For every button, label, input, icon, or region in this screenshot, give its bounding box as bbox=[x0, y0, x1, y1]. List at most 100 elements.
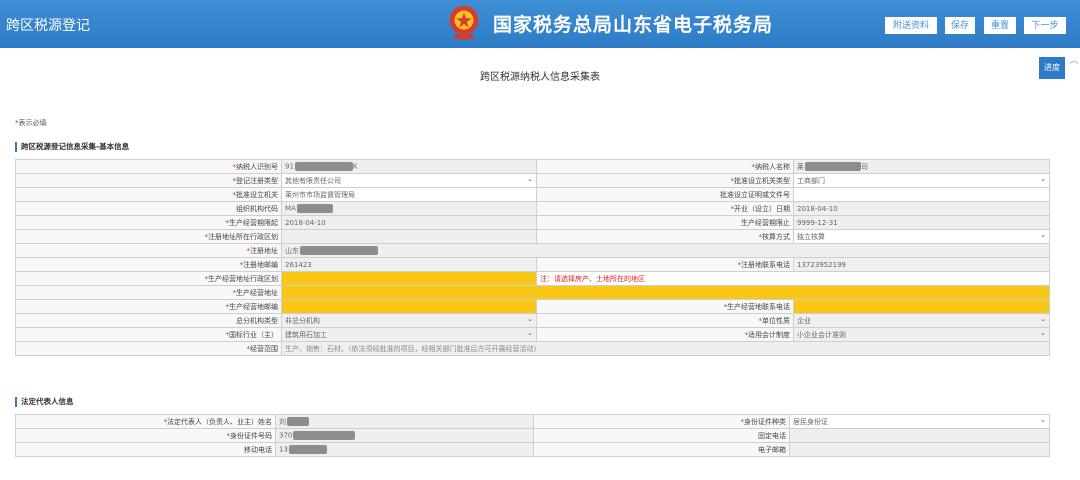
chevron-down-icon: ⌄ bbox=[1040, 175, 1046, 183]
field-label: 移动电话 bbox=[15, 442, 276, 457]
branch-type-select[interactable]: 非总分机构 ⌄ bbox=[281, 313, 537, 328]
chevron-down-icon: ⌄ bbox=[527, 175, 533, 183]
section-basic-info-title: 跨区税源登记信息采集-基本信息 bbox=[15, 142, 129, 152]
masked-value bbox=[287, 417, 309, 426]
table-row: *生产经营地邮编 *生产经营地联系电话 bbox=[15, 299, 1050, 314]
table-row: *生产经营地址 bbox=[15, 285, 1050, 300]
approval-authority-type-select[interactable]: 工商部门 ⌄ bbox=[793, 173, 1050, 188]
field-label: *国标行业（主） bbox=[15, 327, 282, 342]
field-label: *生产经营期限起 bbox=[15, 215, 282, 230]
field-label: *生产经营地邮编 bbox=[15, 299, 282, 314]
field-label: 批准设立证明或文件号 bbox=[536, 187, 794, 202]
emblem-icon bbox=[449, 5, 479, 40]
masked-value bbox=[296, 204, 333, 213]
field-label: 固定电话 bbox=[533, 428, 790, 443]
field-label: *经营范围 bbox=[15, 341, 282, 356]
masked-value bbox=[300, 246, 378, 255]
table-row: *国标行业（主） 建筑用石加工 ⌄ *适用会计制度 小企业会计准则 ⌄ bbox=[15, 327, 1050, 342]
field-label: *批准设立机关类型 bbox=[536, 173, 794, 188]
field-label: *生产经营地址行政区划 bbox=[15, 271, 282, 286]
id-type-select[interactable]: 居民身份证 ⌄ bbox=[789, 414, 1050, 429]
registration-type-select[interactable]: 其他有限责任公司 ⌄ bbox=[281, 173, 537, 188]
next-step-button[interactable]: 下一步 bbox=[1024, 17, 1066, 34]
field-label: *登记注册类型 bbox=[15, 173, 282, 188]
chevron-down-icon: ⌄ bbox=[1040, 329, 1046, 337]
field-label: *纳税人名称 bbox=[536, 159, 794, 174]
table-row: *登记注册类型 其他有限责任公司 ⌄ *批准设立机关类型 工商部门 ⌄ bbox=[15, 173, 1050, 188]
scroll-up-icon[interactable]: ︿ bbox=[1069, 56, 1079, 66]
accounting-system-select[interactable]: 小企业会计准则 ⌄ bbox=[793, 327, 1050, 342]
landline-field bbox=[789, 428, 1050, 443]
approval-document-input[interactable] bbox=[793, 187, 1050, 202]
field-label: *适用会计制度 bbox=[536, 327, 794, 342]
industry-select[interactable]: 建筑用石加工 ⌄ bbox=[281, 327, 537, 342]
masked-value bbox=[288, 445, 327, 454]
mobile-field: 13 bbox=[275, 442, 534, 457]
field-label: 电子邮箱 bbox=[533, 442, 790, 457]
field-label: *注册地址所在行政区划 bbox=[15, 229, 282, 244]
registered-address-field: 山东 bbox=[281, 243, 1050, 258]
chevron-down-icon: ⌄ bbox=[1040, 315, 1046, 323]
email-field bbox=[789, 442, 1050, 457]
table-row: 总分机构类型 非总分机构 ⌄ *单位性质 企业 ⌄ bbox=[15, 313, 1050, 328]
field-label: *批准设立机关 bbox=[15, 187, 282, 202]
field-label: *身份证件号码 bbox=[15, 428, 276, 443]
field-label: *注册地邮编 bbox=[15, 257, 282, 272]
field-label: *身份证件种类 bbox=[533, 414, 790, 429]
taxpayer-id-field: 91 K bbox=[281, 159, 537, 174]
registered-phone-field: 13723952199 bbox=[793, 257, 1050, 272]
field-label: *单位性质 bbox=[536, 313, 794, 328]
field-label: *核算方式 bbox=[536, 229, 794, 244]
table-row: *经营范围 生产、销售：石材。（依法须经批准的项目，经相关部门批准后方可开展经营… bbox=[15, 341, 1050, 356]
period-end-field: 9999-12-31 bbox=[793, 215, 1050, 230]
masked-value bbox=[805, 162, 861, 171]
table-row: *注册地址所在行政区划 *核算方式 独立核算 ⌄ bbox=[15, 229, 1050, 244]
bureau-name: 国家税务总局山东省电子税务局 bbox=[493, 14, 774, 36]
table-row: *注册地址 山东 bbox=[15, 243, 1050, 258]
attach-materials-button[interactable]: 附送资料 bbox=[885, 17, 937, 34]
region-warning: 注：请选择房产、土地所在的地区 bbox=[536, 271, 1050, 286]
field-label: 总分机构类型 bbox=[15, 313, 282, 328]
business-phone-input[interactable] bbox=[793, 299, 1050, 314]
approval-authority-input[interactable]: 莱州市市场监督管理局 bbox=[281, 187, 537, 202]
table-row: *身份证件号码 370 固定电话 bbox=[15, 428, 1050, 443]
table-row: 组织机构代码 MA *开业（设立）日期 2018-04-10 bbox=[15, 201, 1050, 216]
chevron-down-icon: ⌄ bbox=[527, 315, 533, 323]
org-code-field: MA bbox=[281, 201, 537, 216]
business-postcode-input[interactable] bbox=[281, 299, 537, 314]
table-row: *纳税人识别号 91 K *纳税人名称 莱司 bbox=[15, 159, 1050, 174]
table-row: 移动电话 13 电子邮箱 bbox=[15, 442, 1050, 457]
table-row: *生产经营地址行政区划 注：请选择房产、土地所在的地区 bbox=[15, 271, 1050, 286]
period-start-field: 2018-04-10 bbox=[281, 215, 537, 230]
legal-rep-name-field: 刘 bbox=[275, 414, 534, 429]
save-button[interactable]: 保存 bbox=[945, 17, 975, 34]
masked-value bbox=[293, 431, 356, 440]
field-label: 生产经营期限止 bbox=[536, 215, 794, 230]
top-bar: 跨区税源登记 国家税务总局山东省电子税务局 附送资料 保存 重置 下一步 bbox=[0, 0, 1080, 48]
basic-info-table: *纳税人识别号 91 K *纳税人名称 莱司 *登记注册类型 其他有限责任公司 ⌄ … bbox=[15, 159, 1050, 356]
section-legal-rep-title: 法定代表人信息 bbox=[15, 397, 74, 407]
business-region-select[interactable] bbox=[281, 271, 537, 286]
field-label: *生产经营地联系电话 bbox=[536, 299, 794, 314]
field-label: 组织机构代码 bbox=[15, 201, 282, 216]
field-label: *生产经营地址 bbox=[15, 285, 282, 300]
table-row: *法定代表人（负责人、业主）姓名 刘 *身份证件种类 居民身份证 ⌄ bbox=[15, 414, 1050, 429]
field-label: *法定代表人（负责人、业主）姓名 bbox=[15, 414, 276, 429]
required-note: *表示必填 bbox=[15, 119, 47, 127]
app-title: 跨区税源登记 bbox=[6, 18, 90, 34]
masked-value bbox=[294, 162, 353, 171]
chevron-down-icon: ⌄ bbox=[527, 329, 533, 337]
table-row: *注册地邮编 261423 *注册地联系电话 13723952199 bbox=[15, 257, 1050, 272]
field-label: *注册地址 bbox=[15, 243, 282, 258]
accounting-method-select[interactable]: 独立核算 ⌄ bbox=[793, 229, 1050, 244]
chevron-down-icon: ⌄ bbox=[1040, 231, 1046, 239]
form-title: 跨区税源纳税人信息采集表 bbox=[480, 72, 600, 83]
id-number-field: 370 bbox=[275, 428, 534, 443]
registered-region-field bbox=[281, 229, 537, 244]
business-scope-field: 生产、销售：石材。（依法须经批准的项目，经相关部门批准后方可开展经营活动） bbox=[281, 341, 1050, 356]
unit-nature-select[interactable]: 企业 ⌄ bbox=[793, 313, 1050, 328]
business-address-input[interactable] bbox=[281, 285, 1050, 300]
field-label: *纳税人识别号 bbox=[15, 159, 282, 174]
reset-button[interactable]: 重置 bbox=[984, 17, 1016, 34]
legal-rep-table: *法定代表人（负责人、业主）姓名 刘 *身份证件种类 居民身份证 ⌄ *身份证件号… bbox=[15, 414, 1050, 457]
